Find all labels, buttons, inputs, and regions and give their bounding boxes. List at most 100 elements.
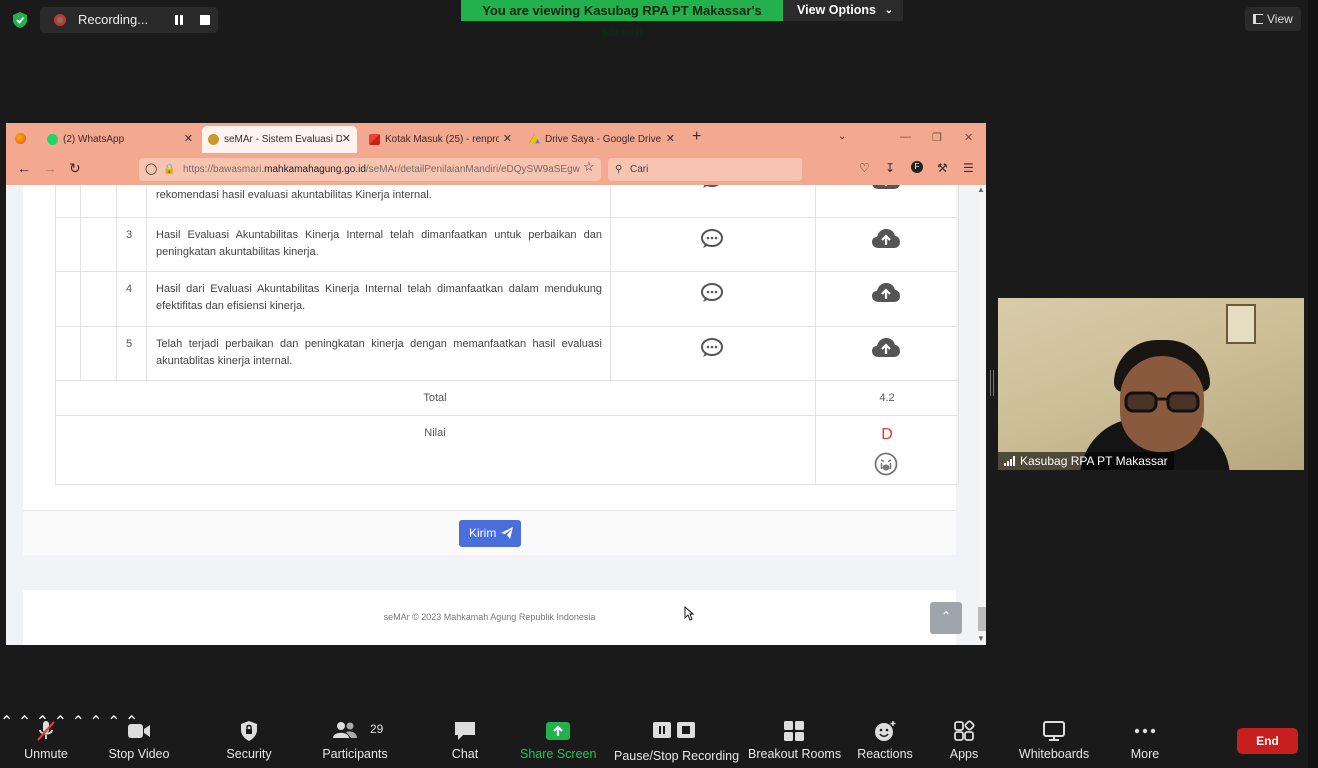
close-tab-icon[interactable]: ✕ — [666, 126, 675, 153]
more-button[interactable]: More — [1122, 712, 1168, 768]
web-page-content: Telah terjadi peningkatan implementasi S… — [6, 185, 978, 645]
search-icon: ⚲ — [615, 164, 623, 175]
stop-recording-icon[interactable] — [200, 15, 210, 25]
security-label: Security — [226, 747, 272, 761]
reactions-button[interactable]: Reactions — [854, 712, 916, 768]
criteria-text: Hasil dari Evaluasi Akuntabilitas Kinerj… — [156, 283, 602, 312]
close-tab-icon[interactable]: ✕ — [184, 126, 193, 153]
apps-button[interactable]: Apps — [940, 712, 988, 768]
extensions-icon[interactable]: ⚒ — [937, 161, 948, 175]
close-tab-icon[interactable]: ✕ — [503, 126, 512, 153]
copyright-text: seMAr © 2023 Mahkamah Agung Republik Ind… — [383, 612, 596, 622]
chat-button[interactable]: Chat — [440, 712, 490, 768]
nilai-label: Nilai — [424, 427, 446, 439]
share-screen-button[interactable]: Share Screen — [520, 712, 596, 768]
comment-icon[interactable] — [700, 229, 724, 249]
zoom-top-bar: Recording... You are viewing Kasubag RPA… — [0, 0, 1318, 40]
pocket-icon[interactable]: ♡ — [859, 161, 870, 175]
upload-cloud-icon[interactable] — [871, 282, 901, 304]
participants-button[interactable]: 29 Participants — [318, 712, 392, 768]
panel-resize-handle[interactable] — [990, 370, 994, 396]
video-camera-icon — [128, 724, 150, 738]
view-options-button[interactable]: View Options ⌄ — [783, 0, 903, 21]
participant-name-tag: Kasubag RPA PT Makassar — [998, 452, 1174, 470]
chevron-down-icon: ⌄ — [884, 5, 893, 16]
download-icon[interactable]: ↧ — [885, 161, 895, 175]
menu-hamburger-icon[interactable]: ☰ — [963, 161, 974, 175]
recording-indicator: Recording... — [40, 7, 218, 33]
tab-label: Drive Saya - Google Drive — [545, 134, 662, 145]
participant-video-tile[interactable]: Kasubag RPA PT Makassar — [998, 298, 1304, 470]
browser-tab-bar: (2) WhatsApp ✕ seMAr - Sistem Evaluasi D… — [6, 123, 986, 153]
nilai-row: Nilai D — [55, 416, 959, 485]
pause-recording-icon[interactable] — [174, 15, 184, 25]
url-prefix: https://bawasmari. — [183, 164, 265, 175]
upload-cloud-icon[interactable] — [871, 228, 901, 250]
criteria-number: 4 — [126, 283, 133, 295]
more-label: More — [1130, 747, 1160, 761]
end-meeting-button[interactable]: End — [1237, 728, 1298, 754]
scroll-to-top-button[interactable]: ⌃ — [930, 602, 962, 634]
profile-avatar-icon[interactable]: F — [911, 161, 923, 173]
search-input[interactable]: ⚲ Cari — [608, 158, 802, 181]
address-bar[interactable]: ◯ 🔒 https://bawasmari.mahkamahagung.go.i… — [139, 158, 601, 181]
tab-label: seMAr - Sistem Evaluasi Dan M — [224, 134, 342, 145]
firefox-icon — [15, 133, 26, 144]
comment-icon[interactable] — [700, 185, 724, 189]
stop-video-label: Stop Video — [108, 747, 170, 761]
scroll-down-arrow-icon[interactable]: ▼ — [977, 634, 985, 643]
forward-icon[interactable]: → — [43, 160, 57, 176]
security-button[interactable]: Security — [220, 712, 278, 768]
tab-whatsapp[interactable]: (2) WhatsApp ✕ — [41, 126, 199, 153]
participants-icon — [332, 722, 357, 738]
total-row: Total 4.2 — [55, 381, 959, 416]
recording-dot-icon — [54, 14, 66, 26]
criteria-number: 5 — [126, 338, 133, 350]
apps-icon — [954, 720, 975, 741]
table-row: 3 Hasil Evaluasi Akuntabilitas Kinerja I… — [55, 218, 959, 272]
participant-name: Kasubag RPA PT Makassar — [1020, 454, 1168, 468]
breakout-rooms-button[interactable]: Breakout Rooms — [748, 712, 842, 768]
view-button[interactable]: View — [1245, 7, 1301, 31]
viewing-screen-banner: You are viewing Kasubag RPA PT Makassar'… — [461, 0, 783, 39]
close-window-icon[interactable]: ✕ — [964, 131, 973, 144]
close-tab-icon[interactable]: ✕ — [342, 126, 351, 153]
comment-icon[interactable] — [700, 338, 724, 358]
chat-bubble-icon — [455, 722, 475, 740]
new-tab-icon[interactable]: + — [692, 128, 701, 146]
tracking-shield-icon[interactable]: ◯ — [145, 158, 157, 181]
reload-icon[interactable]: ↻ — [69, 160, 81, 177]
scroll-up-arrow-icon[interactable]: ▲ — [977, 185, 985, 194]
unmute-label: Unmute — [24, 747, 68, 761]
whiteboards-button[interactable]: Whiteboards — [1016, 712, 1092, 768]
comment-icon[interactable] — [700, 283, 724, 303]
reactions-caret-icon[interactable]: ⌃ — [89, 714, 102, 731]
bookmark-star-icon[interactable]: ☆ — [583, 159, 595, 175]
lock-icon[interactable]: 🔒 — [163, 158, 175, 181]
criteria-text: Telah terjadi perbaikan dan peningkatan … — [156, 338, 602, 367]
unmute-button[interactable]: Unmute — [16, 712, 76, 768]
upload-cloud-icon[interactable] — [871, 185, 901, 191]
tab-semar[interactable]: seMAr - Sistem Evaluasi Dan M ✕ — [202, 126, 357, 153]
maximize-icon[interactable]: ❐ — [932, 131, 942, 144]
audio-options-caret-icon[interactable]: ⌃ — [0, 714, 13, 731]
tab-gmail[interactable]: Kotak Masuk (25) - renprog.ptm ✕ — [363, 126, 518, 153]
kirim-submit-button[interactable]: Kirim — [459, 520, 521, 547]
tab-google-drive[interactable]: Drive Saya - Google Drive ✕ — [523, 126, 681, 153]
tab-list-chevron-icon[interactable]: ⌄ — [838, 131, 846, 142]
view-layout-icon — [1253, 14, 1263, 24]
microphone-muted-icon — [37, 721, 55, 741]
nilai-grade: D — [881, 426, 893, 443]
scrollbar-thumb[interactable] — [978, 607, 986, 631]
minimize-icon[interactable]: — — [900, 131, 911, 143]
pause-stop-recording-button[interactable]: Pause/Stop Recording — [614, 712, 739, 768]
table-row: 4 Hasil dari Evaluasi Akuntabilitas Kine… — [55, 272, 959, 327]
breakout-rooms-label: Breakout Rooms — [748, 747, 842, 761]
stop-video-button[interactable]: Stop Video — [104, 712, 174, 768]
page-footer: seMAr © 2023 Mahkamah Agung Republik Ind… — [23, 590, 956, 645]
back-icon[interactable]: ← — [17, 160, 31, 176]
page-scrollbar[interactable] — [978, 185, 986, 645]
upload-cloud-icon[interactable] — [871, 337, 901, 359]
url-domain: mahkamahagung.go.id — [264, 164, 366, 175]
smiley-plus-icon — [875, 721, 896, 741]
